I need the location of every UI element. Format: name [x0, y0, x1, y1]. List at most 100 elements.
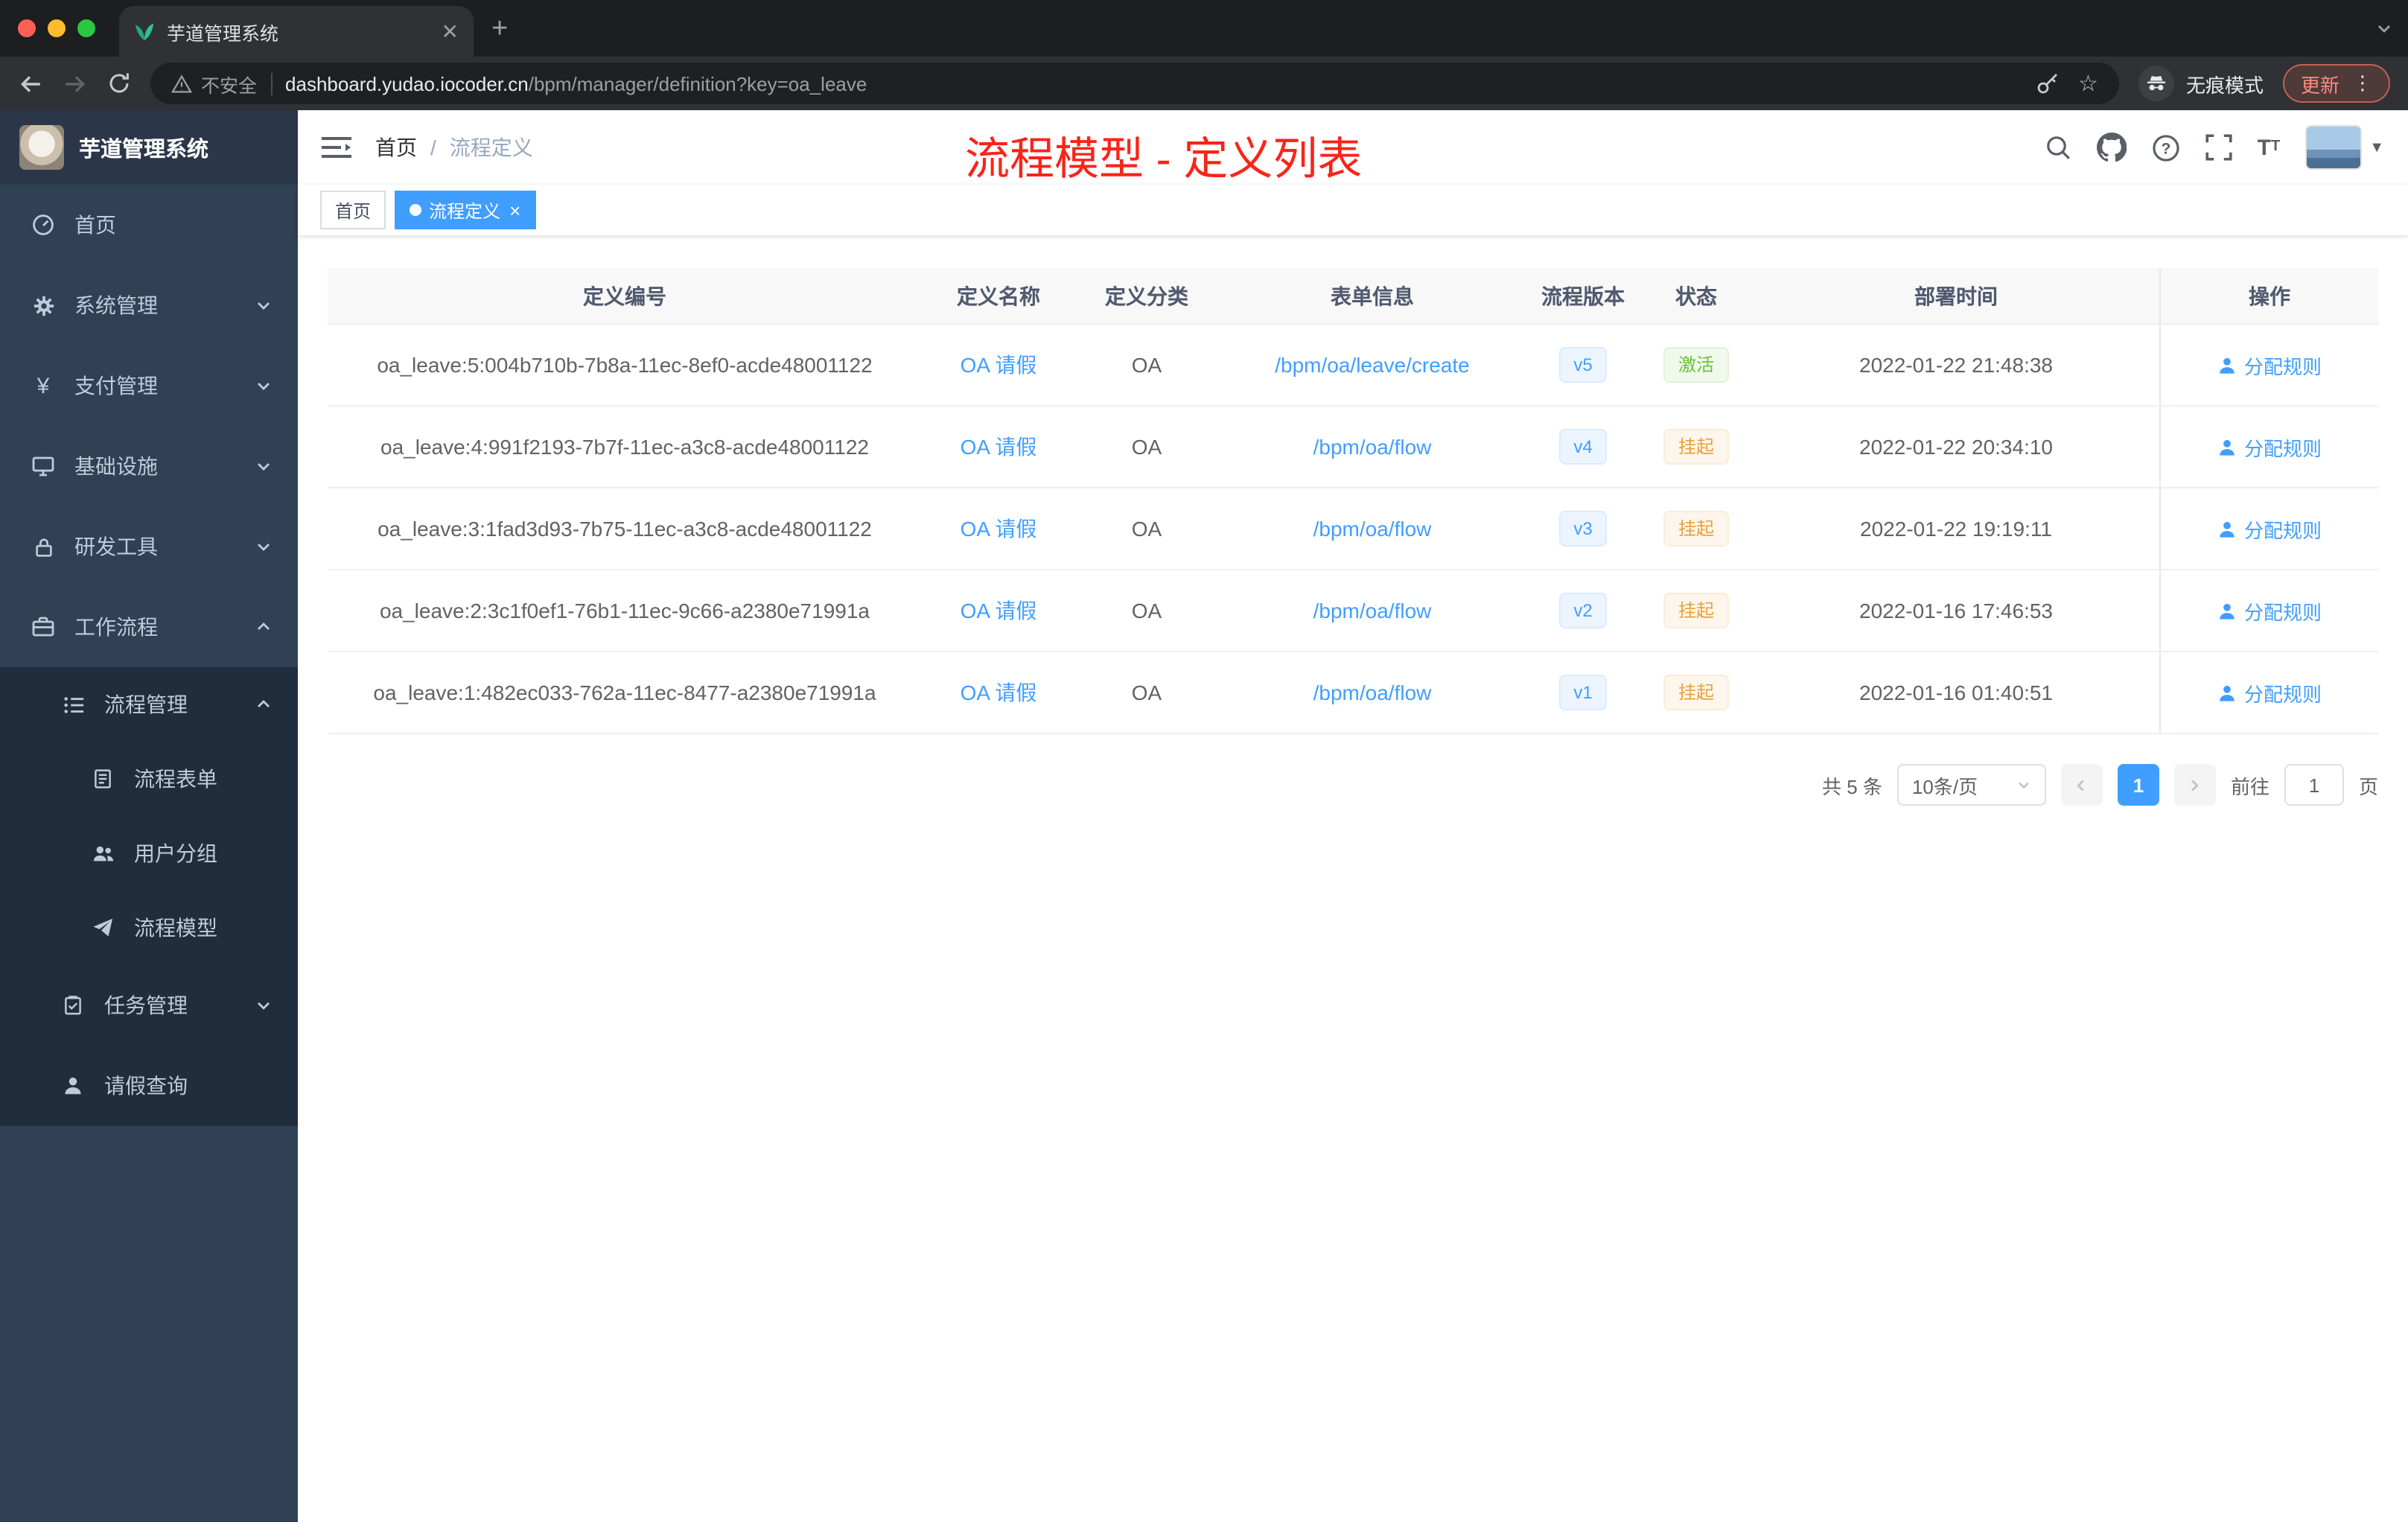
prev-page-button[interactable]	[2060, 764, 2103, 806]
person-icon	[2220, 602, 2235, 619]
app-logo-area[interactable]: 芋道管理系统	[0, 110, 298, 185]
table-row: oa_leave:3:1fad3d93-7b75-11ec-a3c8-acde4…	[328, 488, 2378, 570]
form-link[interactable]: /bpm/oa/flow	[1313, 435, 1432, 459]
column-header-category: 定义分类	[1105, 284, 1188, 308]
pagination: 共 5 条 10条/页 1 前往 页	[328, 764, 2378, 806]
sidebar-item-task-management[interactable]: 任务管理	[0, 965, 298, 1045]
sidebar-item-label: 首页	[74, 213, 116, 237]
avatar	[2305, 125, 2363, 170]
cell-definition-id: oa_leave:3:1fad3d93-7b75-11ec-a3c8-acde4…	[378, 517, 872, 541]
forward-icon[interactable]	[63, 71, 88, 96]
column-header-id: 定义编号	[583, 284, 666, 308]
form-link[interactable]: /bpm/oa/leave/create	[1275, 353, 1470, 377]
form-link[interactable]: /bpm/oa/flow	[1313, 681, 1432, 704]
help-icon[interactable]: ?	[2152, 133, 2180, 162]
bookmark-star-icon[interactable]: ☆	[2078, 72, 2098, 95]
password-key-icon[interactable]	[2035, 71, 2059, 95]
user-group-icon	[89, 841, 116, 865]
content-area: 定义编号 定义名称 定义分类 表单信息 流程版本 状态 部署时间 操作 oa_l…	[298, 235, 2408, 1522]
table-row: oa_leave:5:004b710b-7b8a-11ec-8ef0-acde4…	[328, 325, 2378, 407]
definition-name-link[interactable]: OA 请假	[961, 678, 1037, 707]
chevron-up-icon	[255, 695, 273, 713]
definition-name-link[interactable]: OA 请假	[961, 432, 1037, 462]
browser-tab[interactable]: 芋道管理系统 ✕	[119, 6, 474, 57]
chevron-down-icon	[255, 296, 273, 314]
url-text[interactable]: dashboard.yudao.iocoder.cn/bpm/manager/d…	[285, 72, 2022, 95]
tag-label: 首页	[335, 200, 372, 221]
sidebar-item-infrastructure[interactable]: 基础设施	[0, 426, 298, 506]
sidebar-item-user-group[interactable]: 用户分组	[0, 816, 298, 891]
table-row: oa_leave:2:3c1f0ef1-76b1-11ec-9c66-a2380…	[328, 570, 2378, 652]
page-size-value: 10条/页	[1911, 775, 1978, 797]
form-link[interactable]: /bpm/oa/flow	[1313, 599, 1432, 623]
status-badge: 挂起	[1663, 429, 1729, 465]
yen-icon: ¥	[36, 373, 50, 398]
sidebar-item-devtools[interactable]: 研发工具	[0, 506, 298, 587]
browser-toolbar: 不安全 dashboard.yudao.iocoder.cn/bpm/manag…	[0, 57, 2408, 110]
form-link[interactable]: /bpm/oa/flow	[1313, 517, 1432, 541]
cell-deploy-time: 2022-01-22 20:34:10	[1859, 435, 2053, 459]
breadcrumb: 首页 / 流程定义	[375, 133, 533, 162]
sidebar-item-leave-query[interactable]: 请假查询	[0, 1045, 298, 1126]
sidebar-item-system[interactable]: 系统管理	[0, 265, 298, 346]
user-menu[interactable]: ▼	[2305, 125, 2384, 170]
table-row: oa_leave:1:482ec033-762a-11ec-8477-a2380…	[328, 652, 2378, 734]
reload-icon[interactable]	[107, 71, 131, 95]
minimize-window-button[interactable]	[48, 19, 66, 37]
sidebar-item-label: 支付管理	[74, 374, 158, 398]
list-icon	[60, 692, 86, 716]
security-chip[interactable]: 不安全	[171, 69, 257, 98]
assign-rule-button[interactable]: 分配规则	[2217, 596, 2322, 625]
definition-name-link[interactable]: OA 请假	[961, 596, 1037, 625]
breadcrumb-home[interactable]: 首页	[375, 133, 417, 162]
assign-rule-button[interactable]: 分配规则	[2217, 678, 2322, 707]
back-icon[interactable]	[18, 71, 43, 96]
definition-name-link[interactable]: OA 请假	[961, 350, 1037, 380]
chevron-down-icon	[2016, 777, 2031, 792]
sidebar-item-payment[interactable]: ¥ 支付管理	[0, 346, 298, 426]
sidebar-item-process-model[interactable]: 流程模型	[0, 891, 298, 965]
tab-close-icon[interactable]: ✕	[442, 21, 459, 42]
font-size-icon[interactable]: TT	[2258, 136, 2281, 159]
cell-category: OA	[1131, 599, 1162, 623]
close-window-button[interactable]	[18, 19, 36, 37]
next-page-button[interactable]	[2173, 764, 2216, 806]
sidebar-item-label: 系统管理	[74, 293, 158, 317]
definition-name-link[interactable]: OA 请假	[961, 514, 1037, 544]
zoom-window-button[interactable]	[77, 19, 95, 37]
sidebar-item-process-management[interactable]: 流程管理	[0, 667, 298, 742]
tab-search-chevron-icon[interactable]	[2375, 19, 2393, 37]
assign-rule-button[interactable]: 分配规则	[2217, 515, 2322, 543]
assign-rule-button[interactable]: 分配规则	[2217, 351, 2322, 379]
browser-menu-update-button[interactable]: 更新 ⋮	[2282, 64, 2390, 103]
table-row: oa_leave:4:991f2193-7b7f-11ec-a3c8-acde4…	[328, 407, 2378, 488]
fullscreen-icon[interactable]	[2205, 134, 2232, 161]
address-bar[interactable]: 不安全 dashboard.yudao.iocoder.cn/bpm/manag…	[150, 63, 2119, 104]
sidebar-item-workflow[interactable]: 工作流程	[0, 587, 298, 667]
github-icon[interactable]	[2096, 133, 2127, 162]
cell-definition-id: oa_leave:2:3c1f0ef1-76b1-11ec-9c66-a2380…	[379, 599, 870, 623]
new-tab-button[interactable]: +	[491, 14, 508, 42]
chevron-down-icon	[255, 996, 273, 1014]
tab-title: 芋道管理系统	[167, 23, 279, 44]
sidebar-item-label: 工作流程	[74, 615, 158, 639]
chevron-down-icon	[255, 457, 273, 475]
divider	[270, 72, 273, 95]
assign-rule-button[interactable]: 分配规则	[2217, 433, 2322, 461]
goto-label: 前往	[2230, 775, 2270, 797]
status-badge: 挂起	[1663, 593, 1729, 628]
hamburger-icon[interactable]	[322, 134, 351, 161]
status-badge: 激活	[1663, 347, 1729, 383]
cell-category: OA	[1131, 681, 1162, 704]
tag-home[interactable]: 首页	[320, 191, 386, 229]
page-number-current[interactable]: 1	[2117, 764, 2159, 806]
sidebar-item-home[interactable]: 首页	[0, 185, 298, 265]
document-icon	[89, 767, 116, 791]
sidebar-item-process-form[interactable]: 流程表单	[0, 742, 298, 816]
goto-page-input[interactable]	[2284, 764, 2344, 806]
page-size-select[interactable]: 10条/页	[1896, 764, 2046, 806]
search-icon[interactable]	[2045, 134, 2071, 161]
tag-process-definition[interactable]: 流程定义 ×	[395, 191, 536, 229]
version-tag: v5	[1558, 347, 1608, 383]
tag-close-icon[interactable]: ×	[509, 200, 520, 220]
